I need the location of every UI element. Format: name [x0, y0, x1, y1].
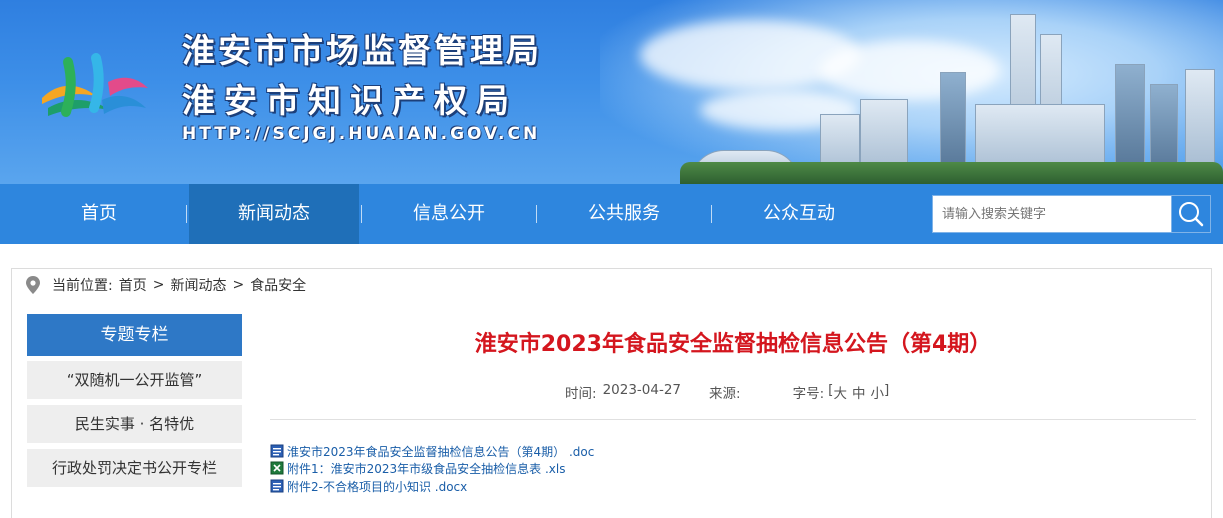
nav-separator [361, 205, 362, 223]
breadcrumb-separator: > [152, 277, 165, 293]
attachment-link[interactable]: 附件1：淮安市2023年市级食品安全抽检信息表 .xls [270, 460, 566, 476]
attachment-label: 附件1：淮安市2023年市级食品安全抽检信息表 .xls [287, 461, 566, 476]
nav-item-public-service[interactable]: 公共服务 [539, 184, 709, 244]
attachment-link[interactable]: 淮安市2023年食品安全监督抽检信息公告（第4期） .doc [270, 443, 594, 459]
article-title: 淮安市2023年食品安全监督抽检信息公告（第4期） [474, 332, 992, 357]
article-meta: 时间: 2023-04-27 来源: 字号: [ 大 中 小 ] [565, 382, 889, 402]
fontsize-label: 字号: [792, 386, 825, 402]
attachment-label: 附件2-不合格项目的小知识 .docx [287, 479, 468, 494]
site-title-line2: 淮安市知识产权局 [182, 81, 518, 120]
breadcrumb: 当前位置: 首页 > 新闻动态 > 食品安全 [26, 275, 306, 295]
breadcrumb-prefix: 当前位置: [52, 278, 113, 294]
site-title-line1: 淮安市市场监督管理局 [182, 31, 542, 70]
banner-trees [680, 162, 1223, 184]
location-pin-icon [26, 276, 40, 294]
site-url: HTTP://SCJGJ.HUAIAN.GOV.CN [182, 124, 541, 144]
sidebar-heading: 专题专栏 [27, 314, 242, 356]
nav-item-public-interaction[interactable]: 公众互动 [714, 184, 884, 244]
nav-separator [186, 205, 187, 223]
nav-separator [711, 205, 712, 223]
banner-cloud [820, 40, 1000, 100]
search-icon [1179, 202, 1204, 227]
breadcrumb-separator: > [232, 277, 245, 293]
breadcrumb-home[interactable]: 首页 [119, 275, 147, 295]
fontsize-small-button[interactable]: 小 [870, 382, 884, 402]
logo-icon [42, 53, 148, 117]
nav-item-news[interactable]: 新闻动态 [189, 184, 359, 244]
nav-item-info-disclosure[interactable]: 信息公开 [364, 184, 534, 244]
word-doc-icon [270, 444, 284, 458]
nav-item-home[interactable]: 首页 [14, 184, 184, 244]
fontsize-bracket-close: ] [883, 382, 890, 398]
word-docx-icon [270, 479, 284, 493]
attachment-label: 淮安市2023年食品安全监督抽检信息公告（第4期） .doc [287, 444, 595, 459]
fontsize-medium-button[interactable]: 中 [852, 382, 866, 402]
attachment-link[interactable]: 附件2-不合格项目的小知识 .docx [270, 478, 467, 494]
search-button[interactable] [1171, 195, 1211, 233]
fontsize-large-button[interactable]: 大 [833, 382, 847, 402]
article-divider [270, 419, 1196, 420]
time-label: 时间: [565, 386, 597, 402]
sidebar-item-penalty-decisions[interactable]: 行政处罚决定书公开专栏 [27, 449, 242, 487]
nav-separator [536, 205, 537, 223]
time-value: 2023-04-27 [602, 382, 682, 398]
excel-xls-icon [270, 461, 284, 475]
site-banner: 淮安市市场监督管理局 淮安市知识产权局 HTTP://SCJGJ.HUAIAN.… [0, 0, 1223, 184]
sidebar-item-livelihood[interactable]: 民生实事 · 名特优 [27, 405, 242, 443]
breadcrumb-news[interactable]: 新闻动态 [170, 275, 226, 295]
search-input[interactable] [932, 195, 1172, 233]
source-label: 来源: [709, 386, 741, 402]
breadcrumb-food-safety[interactable]: 食品安全 [250, 275, 306, 295]
sidebar-item-double-random[interactable]: “双随机一公开监管” [27, 361, 242, 399]
